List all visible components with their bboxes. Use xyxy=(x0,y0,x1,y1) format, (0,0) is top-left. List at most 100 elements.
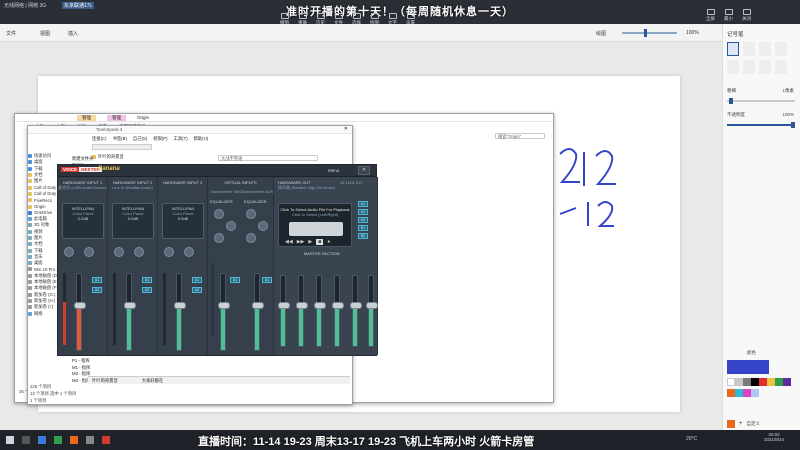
custom-swatch[interactable] xyxy=(727,420,735,428)
app-icon[interactable] xyxy=(102,436,110,444)
ribbon-draw[interactable]: 绘图 xyxy=(596,30,606,37)
app-icon[interactable] xyxy=(38,436,46,444)
zoom-slider[interactable] xyxy=(622,32,677,34)
thickness-slider[interactable] xyxy=(727,98,795,104)
eq-knob[interactable] xyxy=(214,209,224,221)
swatch-magenta[interactable] xyxy=(743,389,751,397)
swatch-white[interactable] xyxy=(727,378,735,386)
pan-knob[interactable] xyxy=(134,247,144,259)
gain-knob[interactable] xyxy=(64,247,74,259)
bus-b1-button[interactable]: B1 xyxy=(358,225,368,231)
gain-knob[interactable] xyxy=(114,247,124,259)
gain-fader[interactable] xyxy=(74,273,86,351)
list-item[interactable]: P1 - 指挥 xyxy=(72,358,90,365)
pan-knob[interactable] xyxy=(84,247,94,259)
zoom-slider-thumb[interactable] xyxy=(644,29,647,37)
aux-fader[interactable] xyxy=(252,273,264,351)
pen-yellow-icon[interactable] xyxy=(743,60,755,74)
bus-a1-button[interactable]: A1 xyxy=(230,277,240,283)
swatch-cyan[interactable] xyxy=(735,389,743,397)
tab-manage-2[interactable]: 管理 xyxy=(107,115,126,121)
add-icon[interactable]: + xyxy=(739,421,743,427)
bus-a2-button[interactable]: A2 xyxy=(92,287,102,293)
master-fader[interactable] xyxy=(366,275,378,347)
eq-knob[interactable] xyxy=(258,221,268,233)
swatch-black[interactable] xyxy=(751,378,759,386)
bus-a2-button[interactable]: A2 xyxy=(358,209,368,215)
tape-deck[interactable]: Click To Select Audio File For Playback … xyxy=(278,203,352,247)
pen-dark-icon[interactable] xyxy=(759,42,771,56)
menu-connect[interactable]: 连接(C) xyxy=(92,136,107,142)
swatch-red[interactable] xyxy=(759,378,767,386)
master-fader[interactable] xyxy=(296,275,308,347)
fullscreen-button[interactable]: 全屏 xyxy=(706,9,715,22)
swatch-darkgrey[interactable] xyxy=(743,378,751,386)
master-fader[interactable] xyxy=(278,275,290,347)
strip-device[interactable]: Line In (Realtek Audio) xyxy=(108,185,157,190)
pen-marker-icon[interactable] xyxy=(775,42,787,56)
swatch-orange[interactable] xyxy=(727,389,735,397)
forward-icon[interactable]: ▶▶ xyxy=(297,239,305,245)
search-input[interactable]: 搜索"Origin" xyxy=(495,133,545,139)
menu-bookmarks[interactable]: 书签(B) xyxy=(113,136,127,142)
intellipan-box[interactable]: INTELLIPAN Color Panel 0.0dB xyxy=(162,203,204,239)
current-color-swatch[interactable] xyxy=(727,360,769,374)
ts-channel[interactable]: 叶叶的背景音 xyxy=(92,154,124,160)
app-icon[interactable] xyxy=(22,436,30,444)
virtual-fader[interactable] xyxy=(218,273,230,351)
windows-start-icon[interactable] xyxy=(6,436,14,444)
master-fader[interactable] xyxy=(332,275,344,347)
gain-knob[interactable] xyxy=(164,247,174,259)
minimize-button[interactable]: 最小 xyxy=(724,9,733,22)
swatch-green[interactable] xyxy=(775,378,783,386)
eq-knob[interactable] xyxy=(246,209,256,221)
app-icon[interactable] xyxy=(54,436,62,444)
swatch-grey[interactable] xyxy=(735,378,743,386)
master-fader[interactable] xyxy=(314,275,326,347)
eq-knob[interactable] xyxy=(214,233,224,245)
close-icon[interactable]: ✕ xyxy=(358,166,370,175)
bus-a1-button[interactable]: A1 xyxy=(92,277,102,283)
eq-knob[interactable] xyxy=(246,233,256,245)
clock[interactable]: 20:02 2021/8/24 xyxy=(764,432,784,442)
bus-a2-button[interactable]: A2 xyxy=(142,287,152,293)
swatch-lightblue[interactable] xyxy=(751,389,759,397)
bus-a1-button[interactable]: A1 xyxy=(142,277,152,283)
intellipan-box[interactable]: INTELLIPAN Color Panel 0.0dB xyxy=(112,203,154,239)
strip-device[interactable]: 麦克风 (USB Audio Device) xyxy=(58,185,107,191)
app-icon[interactable] xyxy=(86,436,94,444)
pen-blue2-icon[interactable] xyxy=(727,60,739,74)
menu-self[interactable]: 自己(S) xyxy=(133,136,147,142)
gain-fader[interactable] xyxy=(124,273,136,351)
bus-b2-button[interactable]: B2 xyxy=(358,233,368,239)
stop-icon[interactable]: ■ xyxy=(316,239,324,245)
ribbon-view[interactable]: 视图 xyxy=(40,30,50,37)
record-icon[interactable]: ● xyxy=(327,239,330,245)
close-icon[interactable]: ✕ xyxy=(344,126,348,132)
pan-knob[interactable] xyxy=(184,247,194,259)
tab-manage-1[interactable]: 管理 xyxy=(77,115,96,121)
ts-channel-right[interactable]: 大战不熟谁 xyxy=(218,155,318,161)
menu-permissions[interactable]: 权限(P) xyxy=(153,136,167,142)
bus-a1-button[interactable]: A1 xyxy=(358,201,368,207)
bus-a2-button[interactable]: A2 xyxy=(192,287,202,293)
pen-grey-icon[interactable] xyxy=(743,42,755,56)
app-icon[interactable] xyxy=(70,436,78,444)
intellipan-box[interactable]: INTELLIPAN Color Panel 0.0dB xyxy=(62,203,104,239)
ribbon-insert[interactable]: 插入 xyxy=(68,30,78,37)
play-icon[interactable]: ▶ xyxy=(308,239,312,245)
bus-a1-button[interactable]: A1 xyxy=(192,277,202,283)
eq-knob[interactable] xyxy=(226,221,236,233)
master-fader[interactable] xyxy=(350,275,362,347)
vm-menu-button[interactable]: Menu xyxy=(328,168,339,173)
rewind-icon[interactable]: ◀◀ xyxy=(285,239,293,245)
close-button[interactable]: 关闭 xyxy=(742,9,751,22)
tab-hello[interactable]: 大家好都在 xyxy=(142,378,163,383)
pen-pink-icon[interactable] xyxy=(775,60,787,74)
tree-network[interactable]: 网络 xyxy=(28,310,60,316)
hw-out-device[interactable]: 扬声器 (Realtek High Def Audio) xyxy=(274,185,377,191)
bus-a3-button[interactable]: A3 xyxy=(358,217,368,223)
opacity-slider[interactable] xyxy=(727,122,795,128)
menu-tools[interactable]: 工具(T) xyxy=(174,136,188,142)
pen-red-icon[interactable] xyxy=(759,60,771,74)
